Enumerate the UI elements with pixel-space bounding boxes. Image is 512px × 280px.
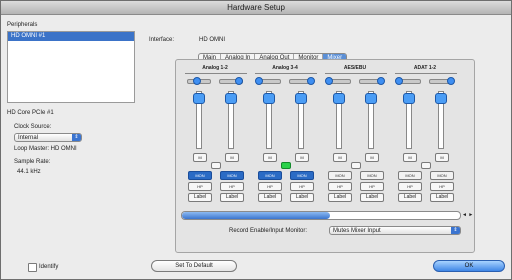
stereo-link-button[interactable] xyxy=(281,162,291,169)
mute-button[interactable]: M xyxy=(435,153,449,162)
mixer-group-analog-3-4: Analog 3-4 M M MON MON HP HP Label Label xyxy=(255,65,317,225)
loop-master-label: Loop Master: HD OMNI xyxy=(14,146,77,152)
mixer-scrollbar[interactable] xyxy=(181,211,461,220)
peripherals-label: Peripherals xyxy=(7,22,38,28)
mute-button[interactable]: M xyxy=(333,153,347,162)
stereo-link-button[interactable] xyxy=(211,162,221,169)
hp-button[interactable]: HP xyxy=(360,182,384,191)
sample-rate-value: 44.1 kHz xyxy=(17,169,41,175)
interface-label: Interface: xyxy=(149,37,175,43)
pan-knob[interactable] xyxy=(377,77,385,85)
mute-button[interactable]: M xyxy=(365,153,379,162)
pan-knob[interactable] xyxy=(255,77,263,85)
group-title: Analog 3-4 xyxy=(272,65,298,71)
label-button[interactable]: Label xyxy=(328,193,352,202)
mon-button[interactable]: MON xyxy=(290,171,314,180)
mixer-group-analog-1-2: Analog 1-2 M M MON MON HP HP Label Label xyxy=(185,65,247,225)
hp-button[interactable]: HP xyxy=(430,182,454,191)
label-button[interactable]: Label xyxy=(188,193,212,202)
fader-knob[interactable] xyxy=(263,93,275,104)
label-button[interactable]: Label xyxy=(430,193,454,202)
set-to-default-button[interactable]: Set To Default xyxy=(151,260,237,272)
label-button[interactable]: Label xyxy=(220,193,244,202)
hp-button[interactable]: HP xyxy=(188,182,212,191)
mute-button[interactable]: M xyxy=(295,153,309,162)
identify-checkbox[interactable] xyxy=(28,263,37,272)
pan-knob[interactable] xyxy=(325,77,333,85)
pan-knob[interactable] xyxy=(235,77,243,85)
mute-button[interactable]: M xyxy=(193,153,207,162)
fader-knob[interactable] xyxy=(403,93,415,104)
clock-source-select[interactable]: Internal ⇕ xyxy=(14,133,82,142)
label-button[interactable]: Label xyxy=(290,193,314,202)
fader-knob[interactable] xyxy=(295,93,307,104)
mixer-group-aes-ebu: AES/EBU M M MON MON HP HP Label Label xyxy=(325,65,387,225)
identify-label: Identify xyxy=(39,264,59,270)
hp-button[interactable]: HP xyxy=(290,182,314,191)
group-title: Analog 1-2 xyxy=(202,65,228,71)
mute-button[interactable]: M xyxy=(225,153,239,162)
group-title: AES/EBU xyxy=(343,65,367,71)
fader-knob[interactable] xyxy=(193,93,205,104)
sample-rate-label: Sample Rate: xyxy=(14,159,51,165)
mute-button[interactable]: M xyxy=(263,153,277,162)
fader-knob[interactable] xyxy=(365,93,377,104)
record-monitor-label: Record Enable/Input Monitor: xyxy=(229,228,308,234)
hp-button[interactable]: HP xyxy=(258,182,282,191)
pan-knob[interactable] xyxy=(395,77,403,85)
mon-button[interactable]: MON xyxy=(258,171,282,180)
record-monitor-value: Mutes Mixer Input xyxy=(333,228,381,234)
ok-button[interactable]: OK xyxy=(433,260,505,272)
group-title: ADAT 1-2 xyxy=(413,65,437,71)
stereo-link-button[interactable] xyxy=(351,162,361,169)
fader-knob[interactable] xyxy=(333,93,345,104)
pan-knob[interactable] xyxy=(193,77,201,85)
peripherals-list[interactable]: HD OMNI #1 xyxy=(7,31,135,103)
mon-button[interactable]: MON xyxy=(188,171,212,180)
chevron-updown-icon: ⇕ xyxy=(451,227,460,234)
peripheral-item[interactable]: HD OMNI #1 xyxy=(8,32,134,41)
label-button[interactable]: Label xyxy=(398,193,422,202)
mute-button[interactable]: M xyxy=(403,153,417,162)
window-title: Hardware Setup xyxy=(1,1,511,15)
hp-button[interactable]: HP xyxy=(398,182,422,191)
scroll-arrows-icon[interactable]: ◄ ► xyxy=(462,211,473,219)
mon-button[interactable]: MON xyxy=(328,171,352,180)
clock-source-label: Clock Source: xyxy=(14,124,52,130)
mixer-group-adat-1-2: ADAT 1-2 M M MON MON HP HP Label Label xyxy=(395,65,457,225)
fader-knob[interactable] xyxy=(435,93,447,104)
mon-button[interactable]: MON xyxy=(398,171,422,180)
interface-value: HD OMNI xyxy=(199,37,225,43)
label-button[interactable]: Label xyxy=(360,193,384,202)
pan-knob[interactable] xyxy=(447,77,455,85)
stereo-link-button[interactable] xyxy=(421,162,431,169)
device-label: HD Core PCIe #1 xyxy=(7,110,54,116)
hardware-setup-window: Hardware Setup Peripherals HD OMNI #1 HD… xyxy=(0,0,512,280)
record-monitor-select[interactable]: Mutes Mixer Input ⇕ xyxy=(329,226,461,235)
mon-button[interactable]: MON xyxy=(220,171,244,180)
scrollbar-thumb[interactable] xyxy=(182,212,330,219)
hp-button[interactable]: HP xyxy=(328,182,352,191)
pan-knob[interactable] xyxy=(307,77,315,85)
mon-button[interactable]: MON xyxy=(360,171,384,180)
label-button[interactable]: Label xyxy=(258,193,282,202)
hp-button[interactable]: HP xyxy=(220,182,244,191)
mon-button[interactable]: MON xyxy=(430,171,454,180)
chevron-updown-icon: ⇕ xyxy=(72,134,81,141)
fader-knob[interactable] xyxy=(225,93,237,104)
clock-source-value: Internal xyxy=(18,135,39,141)
